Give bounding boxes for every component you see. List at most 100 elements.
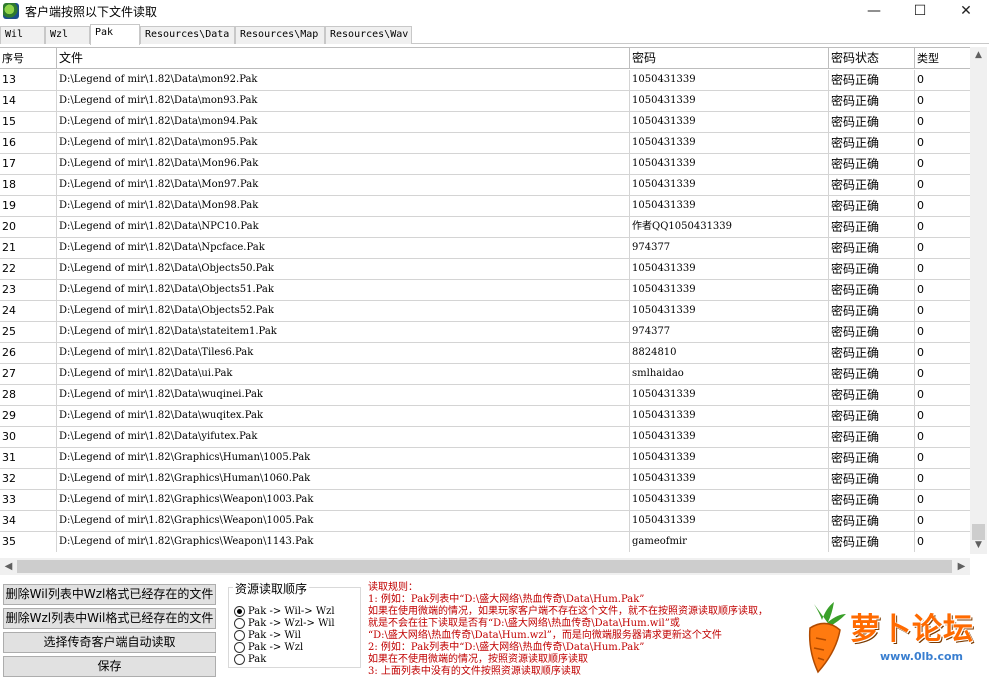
horizontal-scroll-thumb[interactable] xyxy=(17,560,952,573)
table-row[interactable]: 20 D:\Legend of mir\1.82\Data\NPC10.Pak 作者… xyxy=(0,217,970,238)
radio-label[interactable]: Pak -> Wil xyxy=(248,630,301,641)
cell-no[interactable]: 22 xyxy=(0,259,57,279)
cell-no[interactable]: 26 xyxy=(0,343,57,363)
cell-type[interactable]: 0 xyxy=(915,70,970,90)
cell-file[interactable]: D:\Legend of mir\1.82\Data\mon94.Pak xyxy=(57,112,630,132)
cell-no[interactable]: 33 xyxy=(0,490,57,510)
cell-status[interactable]: 密码正确 xyxy=(829,280,915,300)
table-row[interactable]: 14 D:\Legend of mir\1.82\Data\mon93.Pak 10… xyxy=(0,91,970,112)
cell-type[interactable]: 0 xyxy=(915,490,970,510)
scroll-right-icon[interactable]: ▶ xyxy=(953,558,970,575)
cell-status[interactable]: 密码正确 xyxy=(829,175,915,195)
cell-password[interactable]: 1050431339 xyxy=(630,469,829,489)
cell-no[interactable]: 29 xyxy=(0,406,57,426)
table-row[interactable]: 30 D:\Legend of mir\1.82\Data\yifutex.Pak… xyxy=(0,427,970,448)
cell-password[interactable]: 1050431339 xyxy=(630,112,829,132)
radio-label[interactable]: Pak xyxy=(248,654,266,665)
cell-password[interactable]: 1050431339 xyxy=(630,91,829,111)
cell-status[interactable]: 密码正确 xyxy=(829,469,915,489)
cell-type[interactable]: 0 xyxy=(915,238,970,258)
table-row[interactable]: 27 D:\Legend of mir\1.82\Data\ui.Pak smlha… xyxy=(0,364,970,385)
cell-no[interactable]: 21 xyxy=(0,238,57,258)
radio-button[interactable] xyxy=(234,617,245,629)
tab-resources-map[interactable]: Resources\Map xyxy=(235,26,325,44)
cell-status[interactable]: 密码正确 xyxy=(829,385,915,405)
cell-file[interactable]: D:\Legend of mir\1.82\Data\mon95.Pak xyxy=(57,133,630,153)
table-row[interactable]: 35 D:\Legend of mir\1.82\Graphics\Weapon\… xyxy=(0,532,970,552)
cell-type[interactable]: 0 xyxy=(915,217,970,237)
cell-no[interactable]: 28 xyxy=(0,385,57,405)
cell-no[interactable]: 13 xyxy=(0,70,57,90)
cell-no[interactable]: 27 xyxy=(0,364,57,384)
cell-status[interactable]: 密码正确 xyxy=(829,70,915,90)
radio-button[interactable] xyxy=(234,629,245,641)
table-row[interactable]: 32 D:\Legend of mir\1.82\Graphics\Human\1… xyxy=(0,469,970,490)
table-row[interactable]: 31 D:\Legend of mir\1.82\Graphics\Human\1… xyxy=(0,448,970,469)
column-header-file[interactable]: 文件 xyxy=(57,48,630,69)
cell-file[interactable]: D:\Legend of mir\1.82\Data\NPC10.Pak xyxy=(57,217,630,237)
cell-no[interactable]: 15 xyxy=(0,112,57,132)
cell-password[interactable]: 1050431339 xyxy=(630,196,829,216)
cell-status[interactable]: 密码正确 xyxy=(829,532,915,552)
table-row[interactable]: 24 D:\Legend of mir\1.82\Data\Objects52.P… xyxy=(0,301,970,322)
radio-option-4[interactable]: Pak -> Wzl xyxy=(234,641,303,653)
radio-option-3[interactable]: Pak -> Wil xyxy=(234,629,301,641)
minimize-button[interactable]: — xyxy=(851,0,897,22)
cell-file[interactable]: D:\Legend of mir\1.82\Data\Objects50.Pak xyxy=(57,259,630,279)
cell-type[interactable]: 0 xyxy=(915,532,970,552)
scroll-left-icon[interactable]: ◀ xyxy=(0,558,17,575)
table-row[interactable]: 19 D:\Legend of mir\1.82\Data\Mon98.Pak 10… xyxy=(0,196,970,217)
cell-status[interactable]: 密码正确 xyxy=(829,112,915,132)
cell-file[interactable]: D:\Legend of mir\1.82\Data\Mon96.Pak xyxy=(57,154,630,174)
cell-no[interactable]: 32 xyxy=(0,469,57,489)
radio-label[interactable]: Pak -> Wil-> Wzl xyxy=(248,606,335,617)
cell-type[interactable]: 0 xyxy=(915,511,970,531)
radio-label[interactable]: Pak -> Wzl-> Wil xyxy=(248,618,335,629)
cell-file[interactable]: D:\Legend of mir\1.82\Data\yifutex.Pak xyxy=(57,427,630,447)
cell-file[interactable]: D:\Legend of mir\1.82\Data\mon92.Pak xyxy=(57,70,630,90)
cell-type[interactable]: 0 xyxy=(915,91,970,111)
cell-file[interactable]: D:\Legend of mir\1.82\Data\Npcface.Pak xyxy=(57,238,630,258)
cell-password[interactable]: 1050431339 xyxy=(630,406,829,426)
table-row[interactable]: 15 D:\Legend of mir\1.82\Data\mon94.Pak 10… xyxy=(0,112,970,133)
cell-no[interactable]: 30 xyxy=(0,427,57,447)
close-button[interactable]: ✕ xyxy=(943,0,989,22)
column-header-password[interactable]: 密码 xyxy=(630,48,829,69)
cell-status[interactable]: 密码正确 xyxy=(829,91,915,111)
table-row[interactable]: 28 D:\Legend of mir\1.82\Data\wuqinei.Pak… xyxy=(0,385,970,406)
cell-type[interactable]: 0 xyxy=(915,427,970,447)
cell-type[interactable]: 0 xyxy=(915,280,970,300)
table-row[interactable]: 26 D:\Legend of mir\1.82\Data\Tiles6.Pak 8… xyxy=(0,343,970,364)
cell-password[interactable]: 1050431339 xyxy=(630,490,829,510)
cell-status[interactable]: 密码正确 xyxy=(829,196,915,216)
tab-resources-data[interactable]: Resources\Data xyxy=(140,26,235,44)
tab-pak[interactable]: Pak xyxy=(90,24,140,45)
cell-type[interactable]: 0 xyxy=(915,406,970,426)
table-row[interactable]: 33 D:\Legend of mir\1.82\Graphics\Weapon\… xyxy=(0,490,970,511)
cell-password[interactable]: 1050431339 xyxy=(630,511,829,531)
cell-no[interactable]: 35 xyxy=(0,532,57,552)
cell-password[interactable]: 1050431339 xyxy=(630,385,829,405)
cell-password[interactable]: 8824810 xyxy=(630,343,829,363)
cell-no[interactable]: 19 xyxy=(0,196,57,216)
cell-file[interactable]: D:\Legend of mir\1.82\Graphics\Weapon\10… xyxy=(57,511,630,531)
cell-type[interactable]: 0 xyxy=(915,112,970,132)
cell-type[interactable]: 0 xyxy=(915,175,970,195)
table-row[interactable]: 25 D:\Legend of mir\1.82\Data\stateitem1.… xyxy=(0,322,970,343)
scroll-down-icon[interactable]: ▼ xyxy=(970,537,987,554)
cell-password[interactable]: 1050431339 xyxy=(630,133,829,153)
radio-option-5[interactable]: Pak xyxy=(234,653,266,665)
cell-password[interactable]: 作者QQ1050431339 xyxy=(630,217,829,237)
table-row[interactable]: 22 D:\Legend of mir\1.82\Data\Objects50.P… xyxy=(0,259,970,280)
cell-file[interactable]: D:\Legend of mir\1.82\Data\wuqitex.Pak xyxy=(57,406,630,426)
auto-read-client-button[interactable]: 选择传奇客户端自动读取 xyxy=(3,632,216,653)
horizontal-scrollbar[interactable]: ◀ ▶ xyxy=(0,558,970,575)
cell-file[interactable]: D:\Legend of mir\1.82\Graphics\Human\106… xyxy=(57,469,630,489)
cell-file[interactable]: D:\Legend of mir\1.82\Data\mon93.Pak xyxy=(57,91,630,111)
cell-status[interactable]: 密码正确 xyxy=(829,364,915,384)
cell-no[interactable]: 16 xyxy=(0,133,57,153)
cell-status[interactable]: 密码正确 xyxy=(829,427,915,447)
cell-type[interactable]: 0 xyxy=(915,196,970,216)
radio-button[interactable] xyxy=(234,653,245,665)
cell-no[interactable]: 20 xyxy=(0,217,57,237)
